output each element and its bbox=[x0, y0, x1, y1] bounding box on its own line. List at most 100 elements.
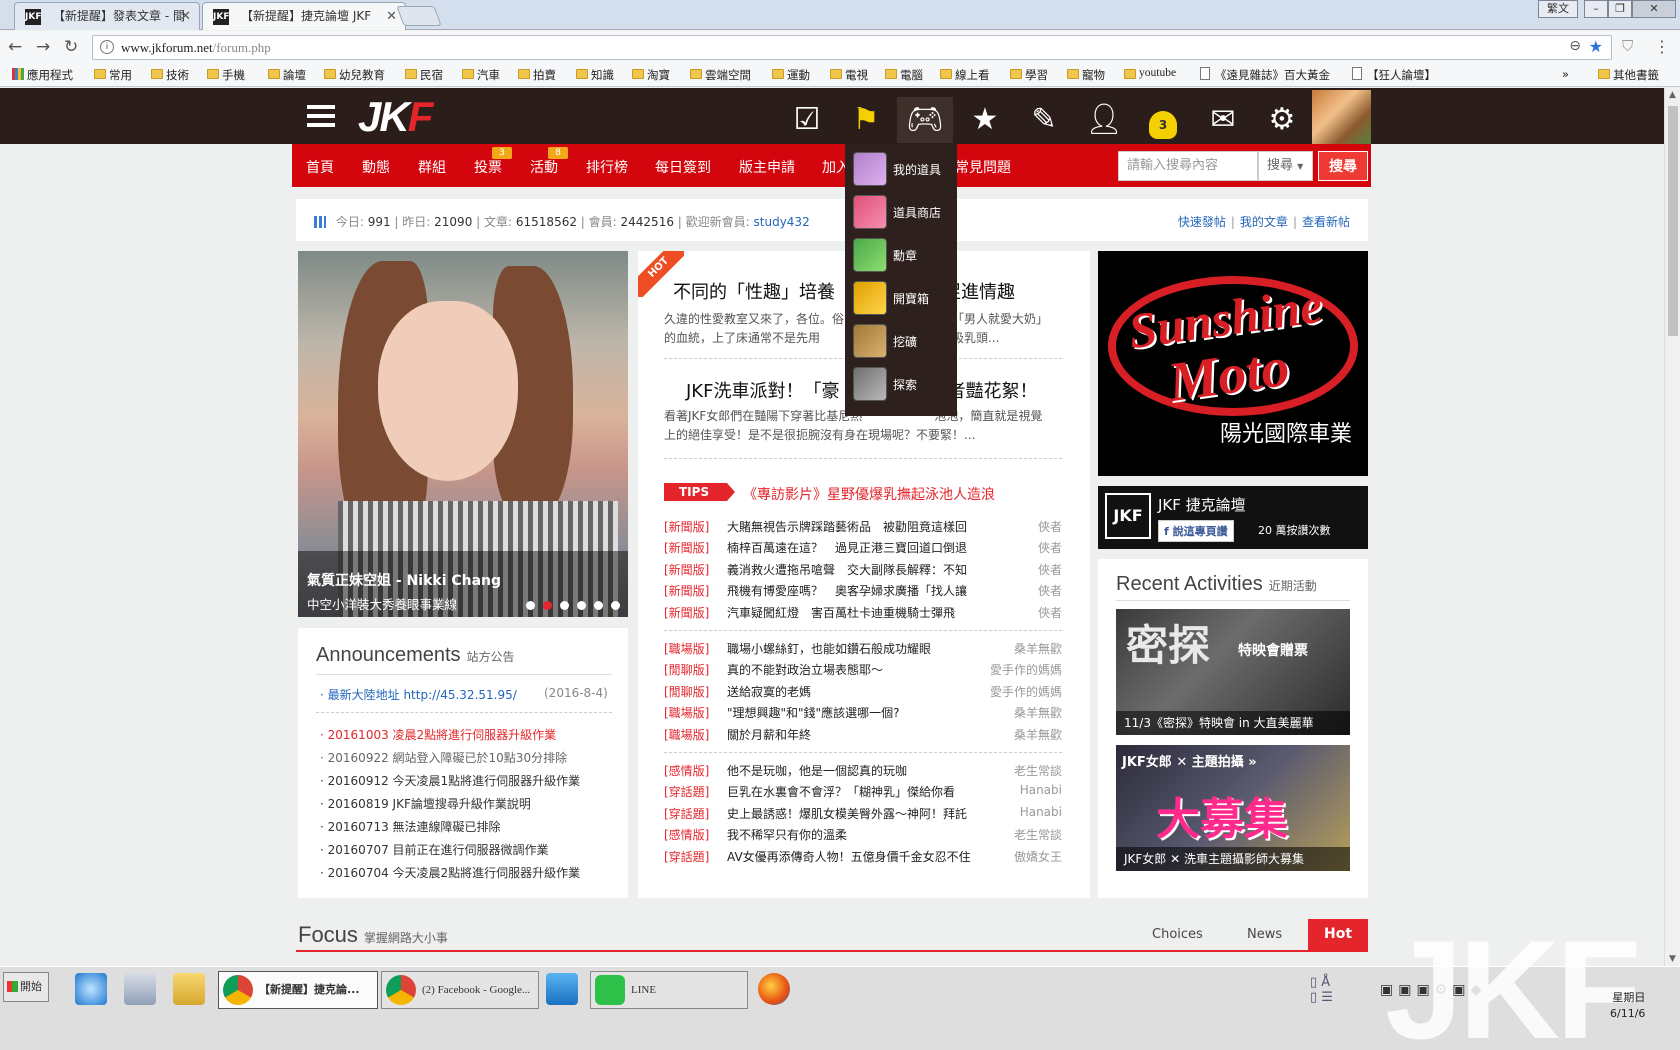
menu-item-explore[interactable]: 探索 bbox=[853, 365, 953, 403]
news-row[interactable]: [新聞版] 汽車疑闖紅燈 害百萬杜卡迪重機騎士彈飛 俠者 bbox=[664, 604, 1062, 625]
new-tab-button[interactable] bbox=[396, 6, 442, 26]
avatar[interactable] bbox=[1312, 90, 1371, 144]
star-icon[interactable]: ★ bbox=[1589, 37, 1603, 56]
slide-title[interactable]: 氣質正妹空姐 - Nikki Chang bbox=[307, 570, 501, 590]
ime-indicator[interactable]: 繁文 bbox=[1538, 0, 1578, 18]
menu-item-treasure[interactable]: 開寶箱 bbox=[853, 279, 953, 317]
bookmark-item[interactable]: 淘寶 bbox=[632, 67, 670, 83]
menu-item-shop[interactable]: 道具商店 bbox=[853, 193, 953, 231]
my-posts-link[interactable]: 我的文章 bbox=[1240, 215, 1288, 229]
task-chrome-jkf[interactable]: 【新提醒】捷克論... bbox=[218, 971, 378, 1009]
tips-headline[interactable]: 《專訪影片》星野優爆乳撫起泳池人造浪 bbox=[743, 484, 995, 504]
browser-tab-active[interactable]: JKF 【新提醒】捷克論壇 JKF ✕ bbox=[202, 2, 406, 30]
scroll-down-icon[interactable]: ▼ bbox=[1669, 954, 1676, 964]
scrollbar-thumb[interactable] bbox=[1668, 106, 1678, 336]
hamburger-menu-icon[interactable] bbox=[307, 105, 335, 127]
bookmark-item[interactable]: 學習 bbox=[1010, 67, 1048, 83]
nav-faq[interactable]: 常見問題 bbox=[955, 157, 1011, 177]
flag-icon[interactable]: ⚑ bbox=[838, 97, 894, 143]
announcement-pinned[interactable]: · 最新大陸地址 http://45.32.51.95/(2016-8-4) bbox=[320, 686, 608, 703]
nav-moderator[interactable]: 版主申請 bbox=[739, 157, 795, 177]
start-button[interactable]: 開始 bbox=[3, 972, 49, 1002]
news-row[interactable]: [新聞版] 楠梓百萬遠在這？ 過見正港三寶回道口倒退 俠者 bbox=[664, 539, 1062, 560]
nav-checkin[interactable]: 每日簽到 bbox=[655, 157, 711, 177]
reload-icon[interactable]: ↻ bbox=[64, 37, 78, 57]
news-row[interactable]: [穿話題] AV女優再添傳奇人物！五億身價千金女忍不住 傲嬌女王 bbox=[664, 848, 1062, 869]
announcement-item[interactable]: · 20160922 網站登入障礙已於10點30分排除 bbox=[320, 749, 567, 766]
bookmark-item[interactable]: 手機 bbox=[207, 67, 245, 83]
zoom-icon[interactable]: ⊖ bbox=[1569, 38, 1581, 54]
quick-post-link[interactable]: 快速發帖 bbox=[1178, 215, 1226, 229]
firefox-icon[interactable] bbox=[758, 973, 790, 1005]
bookmarks-more-chevron[interactable]: » bbox=[1562, 67, 1569, 81]
cloud-sync-icon[interactable] bbox=[546, 973, 578, 1005]
browser-tab[interactable]: JKF 【新提醒】發表文章 - 間 ✕ bbox=[14, 2, 200, 30]
bookmark-item[interactable]: 電視 bbox=[830, 67, 868, 83]
fb-page-name[interactable]: JKF 捷克論壇 bbox=[1158, 494, 1246, 515]
shield-icon[interactable]: ⛉ bbox=[1622, 37, 1633, 55]
menu-item-my-items[interactable]: 我的道具 bbox=[853, 150, 953, 188]
slider-dot-active[interactable] bbox=[543, 601, 552, 610]
slider-dot[interactable] bbox=[526, 601, 535, 610]
featured-slider[interactable]: 氣質正妹空姐 - Nikki Chang 中空小洋裝大秀養眼事業線 bbox=[298, 251, 628, 617]
back-icon[interactable]: ← bbox=[8, 37, 22, 57]
activity-card[interactable]: JKF女郎 ✕ 主題拍攝 » 大募集 JKF女郎 ✕ 洗車主題攝影師大募集 bbox=[1116, 745, 1350, 871]
bookmark-item[interactable]: 線上看 bbox=[940, 67, 990, 83]
tab-news[interactable]: News bbox=[1247, 927, 1282, 942]
close-window-icon[interactable]: ✕ bbox=[1632, 0, 1676, 18]
announcement-item[interactable]: · 20160912 今天凌晨1點將進行伺服器升級作業 bbox=[320, 772, 580, 789]
explorer-folder-icon[interactable] bbox=[173, 973, 205, 1005]
add-user-icon[interactable]: 👤︎ bbox=[1076, 97, 1132, 143]
minimize-icon[interactable]: – bbox=[1584, 0, 1608, 18]
new-posts-link[interactable]: 查看新帖 bbox=[1302, 215, 1350, 229]
bookmark-item[interactable]: youtube bbox=[1124, 67, 1176, 79]
announcement-item[interactable]: · 20160713 無法連線障礙已排除 bbox=[320, 818, 501, 835]
hot-headline[interactable]: 不同的「性趣」培養 樣促進情趣 bbox=[673, 278, 1015, 304]
task-line[interactable]: LINE bbox=[590, 971, 748, 1009]
sunshine-moto-ad[interactable]: Sunshine Moto 陽光國際車業 bbox=[1098, 251, 1368, 476]
bookmark-apps[interactable]: 應用程式 bbox=[12, 67, 73, 83]
slider-dot[interactable] bbox=[577, 601, 586, 610]
bell-icon[interactable]: 3 bbox=[1135, 97, 1191, 143]
menu-item-mining[interactable]: 挖礦 bbox=[853, 322, 953, 360]
clock[interactable]: 星期日 6/11/6 bbox=[1610, 990, 1645, 1022]
news-row[interactable]: [職場版] "理想興趣"和"錢"應該選哪一個? 桑羊無歡 bbox=[664, 704, 1062, 725]
page-scrollbar[interactable]: ▲ ▼ bbox=[1664, 88, 1680, 966]
bookmark-item[interactable]: 論壇 bbox=[268, 67, 306, 83]
newest-member-link[interactable]: study432 bbox=[754, 215, 810, 229]
menu-icon[interactable]: ⋮ bbox=[1654, 37, 1670, 56]
ime-toolbar-icon[interactable]: ▯ Å ▯ ☰ bbox=[1310, 975, 1370, 1015]
news-row[interactable]: [穿話題] 史上最誘惑！爆肌女模美臀外露～神阿！拜託 Hanabi bbox=[664, 805, 1062, 826]
calculator-icon[interactable] bbox=[124, 973, 156, 1005]
news-row[interactable]: [職場版] 職場小螺絲釘，也能如鑽石般成功耀眼 桑羊無歡 bbox=[664, 640, 1062, 661]
menu-item-medals[interactable]: 勳章 bbox=[853, 236, 953, 274]
site-logo[interactable]: JKF bbox=[358, 96, 433, 138]
tab-hot[interactable]: Hot bbox=[1308, 919, 1368, 950]
announcement-item[interactable]: · 20160819 JKF論壇搜尋升級作業說明 bbox=[320, 795, 531, 812]
bookmark-item[interactable]: 幼兒教育 bbox=[324, 67, 385, 83]
slider-dot[interactable] bbox=[611, 601, 620, 610]
news-row[interactable]: [新聞版] 義消救火遭拖吊嗆聲 交大副隊長解釋：不知 俠者 bbox=[664, 561, 1062, 582]
bookmark-item[interactable]: 雲端空間 bbox=[690, 67, 751, 83]
nav-vote[interactable]: 投票 bbox=[474, 157, 502, 177]
bookmark-item[interactable]: 寵物 bbox=[1067, 67, 1105, 83]
news-row[interactable]: [新聞版] 大賭無視告示牌踩踏藝術品 被勸阻竟這樣回 俠者 bbox=[664, 518, 1062, 539]
slider-dot[interactable] bbox=[594, 601, 603, 610]
news-row[interactable]: [感情版] 我不稀罕只有你的溫柔 老生常談 bbox=[664, 826, 1062, 847]
ie-icon[interactable] bbox=[75, 973, 107, 1005]
news-row[interactable]: [閒聊版] 送給寂寞的老媽 愛手作的媽媽 bbox=[664, 683, 1062, 704]
nav-groups[interactable]: 群組 bbox=[418, 157, 446, 177]
news-row[interactable]: [閒聊版] 真的不能對政治立場表態耶～ 愛手作的媽媽 bbox=[664, 661, 1062, 682]
nav-feed[interactable]: 動態 bbox=[362, 157, 390, 177]
bookmark-item[interactable]: 運動 bbox=[772, 67, 810, 83]
task-chrome-facebook[interactable]: (2) Facebook - Google... bbox=[381, 971, 539, 1009]
bookmark-item[interactable]: 常用 bbox=[94, 67, 132, 83]
info-icon[interactable]: i bbox=[100, 40, 114, 54]
bookmark-item[interactable]: 拍賣 bbox=[518, 67, 556, 83]
close-icon[interactable]: ✕ bbox=[386, 3, 397, 30]
nav-events[interactable]: 活動 bbox=[530, 157, 558, 177]
forward-icon[interactable]: → bbox=[36, 37, 50, 57]
bookmark-item[interactable]: 汽車 bbox=[462, 67, 500, 83]
gear-icon[interactable]: ⚙ bbox=[1254, 97, 1310, 143]
bookmark-item[interactable]: 【狂人論壇】 bbox=[1352, 67, 1436, 83]
